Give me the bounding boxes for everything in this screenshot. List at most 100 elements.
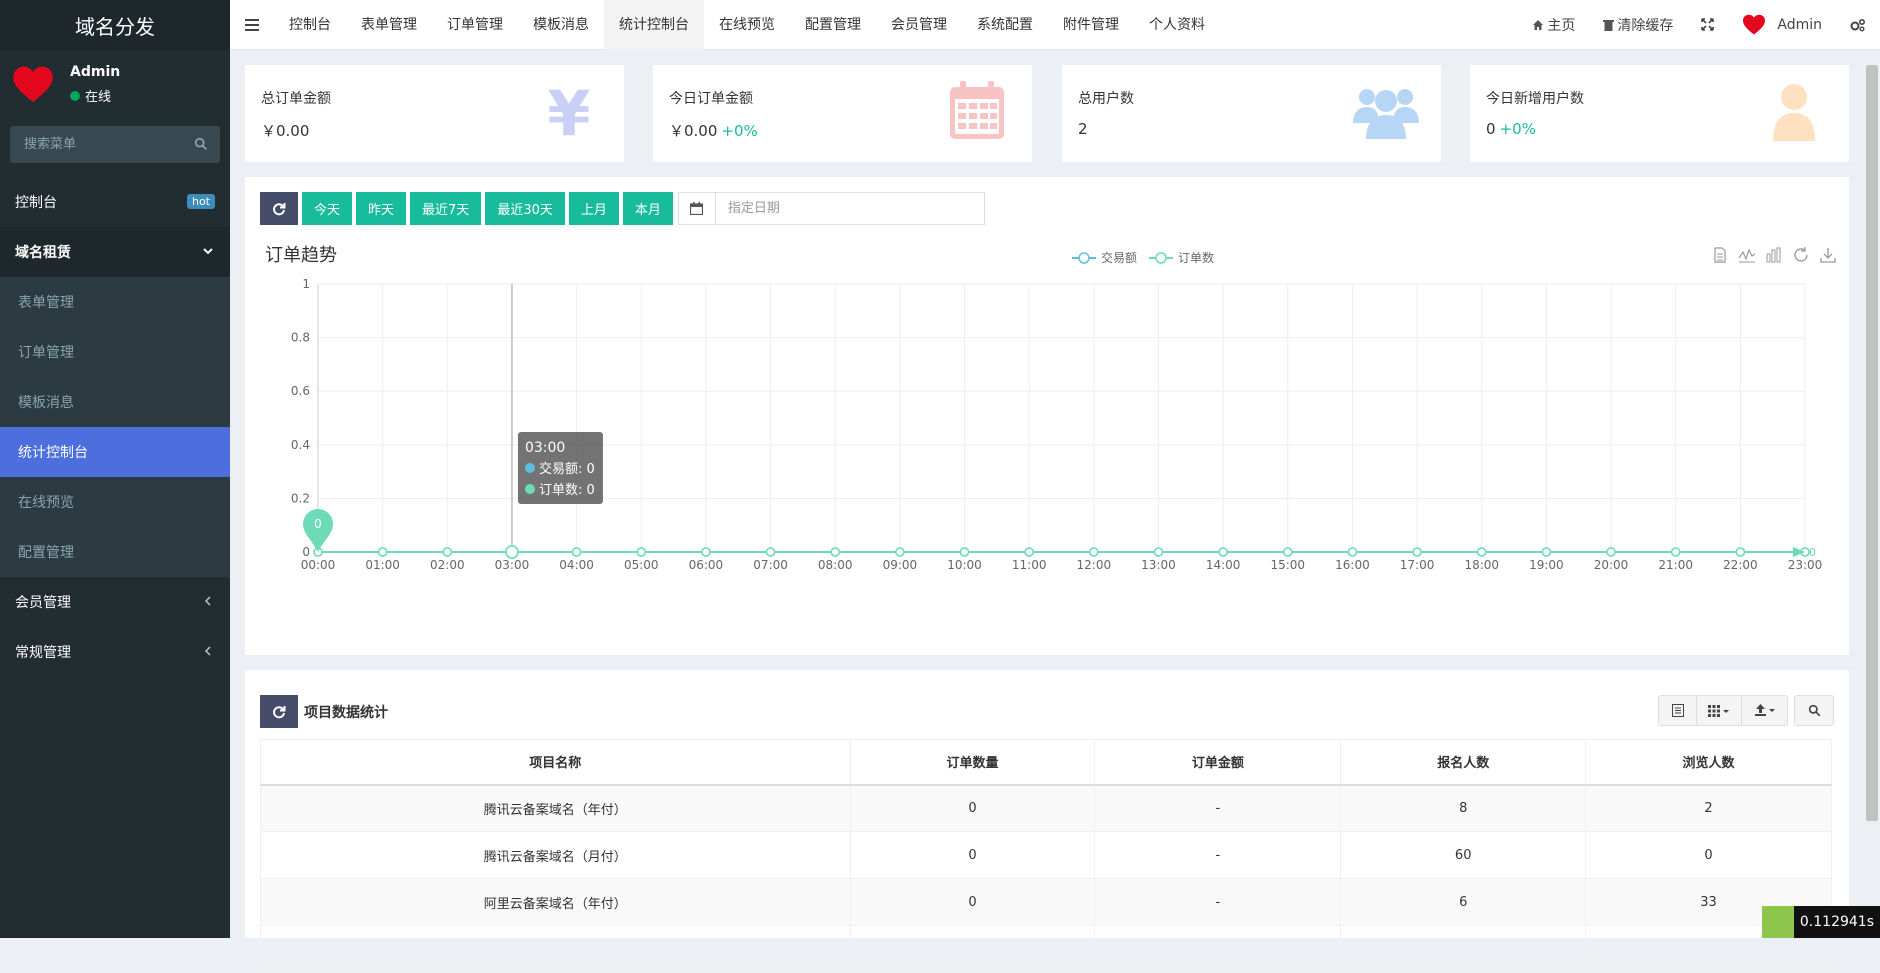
card-label: 总订单金额 [261, 88, 331, 108]
search-toggle-group [1794, 695, 1834, 726]
sidebar-item-label: 统计控制台 [18, 442, 88, 462]
refresh-icon [272, 202, 286, 216]
tab-member-manage[interactable]: 会员管理 [876, 0, 962, 50]
sidebar-item-order-manage[interactable]: 订单管理 [0, 327, 230, 377]
settings-button[interactable] [1836, 18, 1880, 32]
column-header[interactable]: 浏览人数 [1586, 740, 1832, 785]
table-refresh-button[interactable] [260, 695, 298, 728]
table-tool-group [1658, 695, 1788, 726]
filter-this-month-button[interactable]: 本月 [623, 192, 673, 225]
tab-dashboard[interactable]: 控制台 [274, 0, 346, 50]
tooltip-line: 订单数: 0 [539, 483, 595, 498]
card-percent: +0% [721, 122, 757, 140]
table-row[interactable]: 腾讯云备案域名（月付） 0 - 60 0 [261, 832, 1832, 879]
column-header[interactable]: 报名人数 [1341, 740, 1586, 785]
yen-icon: ¥ [534, 77, 604, 147]
date-input[interactable] [716, 193, 984, 224]
home-link[interactable]: 主页 [1518, 15, 1589, 35]
data-point [896, 548, 904, 556]
x-tick-label: 10:00 [947, 558, 982, 572]
menu-toggle-icon[interactable] [230, 19, 274, 31]
table-row[interactable]: 腾讯云备案域名（年付） 0 - 8 2 [261, 785, 1832, 832]
tooltip-line: 交易额: 0 [539, 461, 595, 477]
table-search-button[interactable] [1795, 696, 1833, 725]
page-scrollbar[interactable] [1866, 65, 1878, 821]
x-tick-label: 20:00 [1594, 558, 1629, 572]
column-header[interactable]: 项目名称 [261, 740, 851, 785]
card-value: 0+0% [1486, 120, 1536, 138]
table-cell: - [1095, 879, 1341, 926]
card-value: ￥0.00+0% [669, 120, 758, 141]
legend-label: 订单数 [1178, 250, 1214, 265]
debug-timer: 0.112941s [1762, 906, 1880, 938]
tab-form-manage[interactable]: 表单管理 [346, 0, 432, 50]
top-navbar: 控制台 表单管理 订单管理 模板消息 统计控制台 在线预览 配置管理 会员管理 … [230, 0, 1880, 50]
filter-last-month-button[interactable]: 上月 [569, 192, 619, 225]
tab-config-manage[interactable]: 配置管理 [790, 0, 876, 50]
clear-cache-button[interactable]: 清除缓存 [1589, 15, 1687, 35]
gears-icon [1850, 18, 1866, 32]
legend-marker [1079, 253, 1089, 263]
sidebar-item-config-manage[interactable]: 配置管理 [0, 527, 230, 577]
heart-avatar-icon [12, 64, 54, 106]
tab-system-config[interactable]: 系统配置 [962, 0, 1048, 50]
y-tick-label: 1 [302, 277, 310, 291]
x-tick-label: 06:00 [689, 558, 724, 572]
filter-today-button[interactable]: 今天 [302, 192, 352, 225]
search-icon[interactable] [194, 137, 208, 151]
sidebar-item-domain-rental[interactable]: 域名租赁 [0, 227, 230, 277]
app-logo[interactable]: 域名分发 [0, 0, 230, 50]
filter-last7-button[interactable]: 最近7天 [410, 192, 481, 225]
sidebar-item-member-manage[interactable]: 会员管理 [0, 577, 230, 627]
fullscreen-button[interactable] [1687, 18, 1728, 31]
sidebar-item-form-manage[interactable]: 表单管理 [0, 277, 230, 327]
data-point [637, 548, 645, 556]
sidebar-item-label: 配置管理 [18, 542, 74, 562]
app-title: 域名分发 [75, 11, 155, 40]
sidebar-search-input[interactable] [10, 126, 220, 163]
card-value-text: 0 [1486, 120, 1496, 138]
tab-attachment-manage[interactable]: 附件管理 [1048, 0, 1134, 50]
tab-order-manage[interactable]: 订单管理 [432, 0, 518, 50]
toggle-view-button[interactable] [1659, 696, 1697, 725]
filter-last30-button[interactable]: 最近30天 [485, 192, 565, 225]
refresh-button[interactable] [260, 192, 298, 225]
trash-icon [1603, 19, 1614, 31]
table-cell: 0 [850, 785, 1095, 832]
sidebar-item-general-manage[interactable]: 常规管理 [0, 627, 230, 677]
card-value-text: ￥0.00 [261, 122, 309, 140]
export-dropdown[interactable] [1742, 696, 1787, 725]
tab-online-preview[interactable]: 在线预览 [704, 0, 790, 50]
data-point [443, 548, 451, 556]
tooltip-series-dot [525, 463, 535, 473]
tab-profile[interactable]: 个人资料 [1134, 0, 1220, 50]
project-stats-header: 项目数据统计 [260, 695, 388, 728]
sidebar-item-stats-dashboard[interactable]: 统计控制台 [0, 427, 230, 477]
columns-dropdown[interactable] [1697, 696, 1742, 725]
sidebar-item-online-preview[interactable]: 在线预览 [0, 477, 230, 527]
x-tick-label: 04:00 [559, 558, 594, 572]
table-cell: 腾讯云备案域名（月付） [261, 832, 851, 879]
data-point [506, 546, 518, 558]
x-tick-label: 22:00 [1723, 558, 1758, 572]
table-row[interactable]: 阿里云备案域名（年付） 0 - 6 33 [261, 879, 1832, 926]
column-header[interactable]: 订单数量 [850, 740, 1095, 785]
sidebar-item-label: 控制台 [15, 192, 57, 212]
admin-menu[interactable]: Admin [1728, 14, 1836, 36]
sidebar-item-dashboard[interactable]: 控制台hot [0, 177, 230, 227]
sidebar-item-label: 模板消息 [18, 392, 74, 412]
data-point [1090, 548, 1098, 556]
calendar-small-icon[interactable] [679, 193, 716, 224]
grid-icon [1708, 705, 1730, 717]
x-tick-label: 14:00 [1206, 558, 1241, 572]
sidebar-menu: 控制台hot 域名租赁 表单管理 订单管理 模板消息 统计控制台 在线预览 配置… [0, 177, 230, 677]
table-toolbar [1658, 695, 1834, 726]
table-row[interactable] [261, 926, 1832, 973]
column-header[interactable]: 订单金额 [1095, 740, 1341, 785]
filter-yesterday-button[interactable]: 昨天 [356, 192, 406, 225]
tab-template-msg[interactable]: 模板消息 [518, 0, 604, 50]
tab-stats-dashboard[interactable]: 统计控制台 [604, 0, 704, 50]
card-value-text: 2 [1078, 120, 1088, 138]
sidebar-item-template-msg[interactable]: 模板消息 [0, 377, 230, 427]
table-cell: - [1095, 785, 1341, 832]
